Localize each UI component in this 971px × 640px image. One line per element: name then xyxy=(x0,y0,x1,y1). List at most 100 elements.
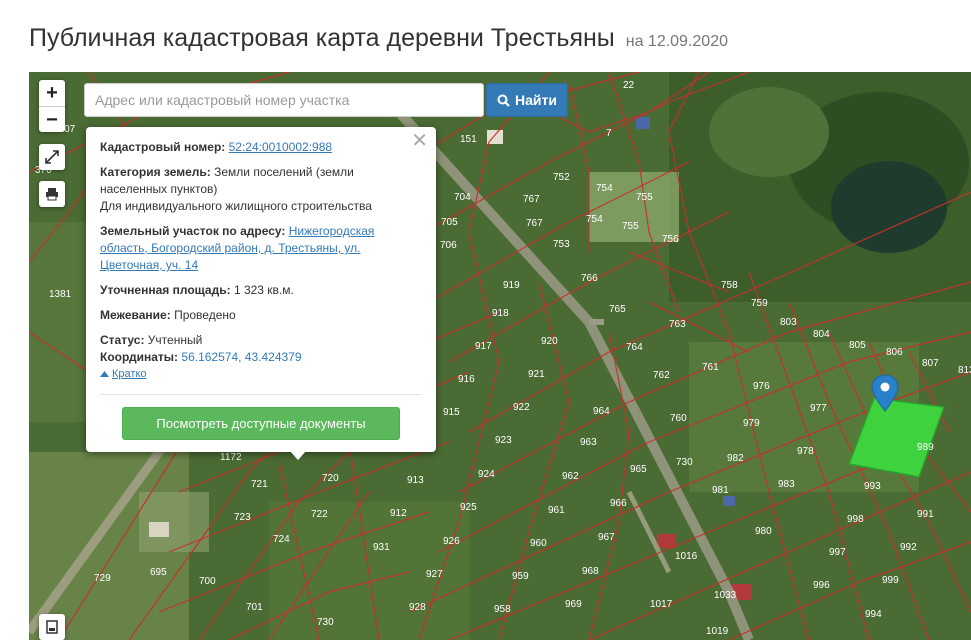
zoom-in-button[interactable]: + xyxy=(39,80,65,106)
parcel-label: 961 xyxy=(548,505,565,516)
popup-divider xyxy=(100,394,422,395)
parcel-label: 965 xyxy=(630,464,647,475)
fullscreen-button[interactable] xyxy=(39,144,65,170)
parcel-label: 968 xyxy=(582,566,599,577)
parcel-label: 993 xyxy=(864,481,881,492)
parcel-label: 705 xyxy=(441,217,458,228)
close-icon[interactable]: ✕ xyxy=(411,131,428,151)
parcel-label: 724 xyxy=(273,534,290,545)
parcel-label: 706 xyxy=(440,240,457,251)
cadastral-row: Кадастровый номер: 52:24:0010002:988 xyxy=(100,139,422,156)
parcel-label: 1172 xyxy=(220,452,242,463)
parcel-label: 813 xyxy=(958,365,971,376)
parcel-label: 966 xyxy=(610,498,627,509)
parcel-label: 762 xyxy=(653,370,670,381)
parcel-label: 994 xyxy=(865,609,882,620)
parcel-label: 919 xyxy=(503,280,520,291)
parcel-label: 922 xyxy=(513,402,530,413)
parcel-label: 926 xyxy=(443,536,460,547)
parcel-label: 760 xyxy=(670,413,687,424)
parcel-label: 7 xyxy=(606,128,612,139)
status-row: Статус: Учтенный xyxy=(100,332,422,349)
parcel-label: 1033 xyxy=(714,590,737,601)
survey-label: Межевание: xyxy=(100,308,171,322)
zoom-out-button[interactable]: − xyxy=(39,106,65,132)
area-label: Уточненная площадь: xyxy=(100,283,231,297)
parcel-label: 1381 xyxy=(49,289,72,300)
area-row: Уточненная площадь: 1 323 кв.м. xyxy=(100,282,422,299)
parcel-label: 805 xyxy=(849,340,866,351)
parcel-label: 964 xyxy=(593,406,610,417)
parcel-label: 730 xyxy=(676,457,693,468)
layers-icon xyxy=(46,620,58,634)
parcel-label: 723 xyxy=(234,512,251,523)
status-label: Статус: xyxy=(100,333,145,347)
parcel-label: 981 xyxy=(712,485,729,496)
parcel-label: 969 xyxy=(565,599,582,610)
parcel-label: 959 xyxy=(512,571,529,582)
search-button-label: Найти xyxy=(515,92,557,108)
cadastral-number-link[interactable]: 52:24:0010002:988 xyxy=(229,140,332,154)
print-icon xyxy=(46,188,58,201)
parcel-label: 729 xyxy=(94,573,111,584)
page-date: на 12.09.2020 xyxy=(625,33,728,50)
parcel-label: 992 xyxy=(900,542,917,553)
parcel-label: 753 xyxy=(553,239,570,250)
parcel-info-popup: ✕ Кадастровый номер: 52:24:0010002:988 К… xyxy=(86,127,436,452)
parcel-label: 720 xyxy=(322,473,339,484)
parcel-label: 963 xyxy=(580,437,597,448)
parcel-label: 912 xyxy=(390,508,407,519)
parcel-label: 700 xyxy=(199,576,216,587)
parcel-label: 958 xyxy=(494,604,511,615)
layers-button[interactable] xyxy=(39,614,65,640)
parcel-label: 927 xyxy=(426,569,443,580)
parcel-label: 915 xyxy=(443,407,460,418)
cadastral-map[interactable]: 2271511307370752754755704767754755756767… xyxy=(29,72,971,640)
parcel-label: 695 xyxy=(150,567,167,578)
parcel-label: 1017 xyxy=(650,599,673,610)
parcel-label: 967 xyxy=(598,532,615,543)
parcel-label: 764 xyxy=(626,342,643,353)
parcel-label: 754 xyxy=(596,183,613,194)
parcel-label: 980 xyxy=(755,526,772,537)
parcel-label: 924 xyxy=(478,469,495,480)
parcel-label: 754 xyxy=(586,214,603,225)
parcel-label: 996 xyxy=(813,580,830,591)
parcel-label: 807 xyxy=(922,358,939,369)
parcel-label: 928 xyxy=(409,602,426,613)
parcel-label: 721 xyxy=(251,479,268,490)
fullscreen-icon xyxy=(45,150,59,164)
address-row: Земельный участок по адресу: Нижегородск… xyxy=(100,223,422,274)
search-button[interactable]: Найти xyxy=(486,83,568,117)
parcel-label: 752 xyxy=(553,172,570,183)
parcel-label: 758 xyxy=(721,280,738,291)
area-value: 1 323 кв.м. xyxy=(233,283,294,297)
parcel-label: 920 xyxy=(541,336,558,347)
status-value: Учтенный xyxy=(147,333,203,347)
category-use: Для индивидуального жилищного строительс… xyxy=(100,199,372,213)
parcel-label: 931 xyxy=(373,542,390,553)
parcel-label: 766 xyxy=(581,273,598,284)
print-button[interactable] xyxy=(39,181,65,207)
survey-value: Проведено xyxy=(174,308,236,322)
parcel-label: 722 xyxy=(311,509,328,520)
parcel-label: 755 xyxy=(622,221,639,232)
parcel-label: 925 xyxy=(460,502,477,513)
parcel-label: 806 xyxy=(886,347,903,358)
parcel-label: 960 xyxy=(530,538,547,549)
coords-label: Координаты: xyxy=(100,350,179,364)
parcel-label: 997 xyxy=(829,547,846,558)
parcel-label: 916 xyxy=(458,374,475,385)
parcel-label: 151 xyxy=(460,134,477,145)
brief-toggle[interactable]: Кратко xyxy=(100,368,422,380)
parcel-label: 999 xyxy=(882,575,899,586)
zoom-control: + − xyxy=(39,80,65,132)
view-documents-button[interactable]: Посмотреть доступные документы xyxy=(122,407,400,440)
parcel-label: 763 xyxy=(669,319,686,330)
survey-row: Межевание: Проведено xyxy=(100,307,422,324)
parcel-label: 976 xyxy=(753,381,770,392)
search-input[interactable] xyxy=(84,83,484,117)
parcel-label: 917 xyxy=(475,341,492,352)
cadastral-label: Кадастровый номер: xyxy=(100,140,226,154)
parcel-label: 923 xyxy=(495,435,512,446)
